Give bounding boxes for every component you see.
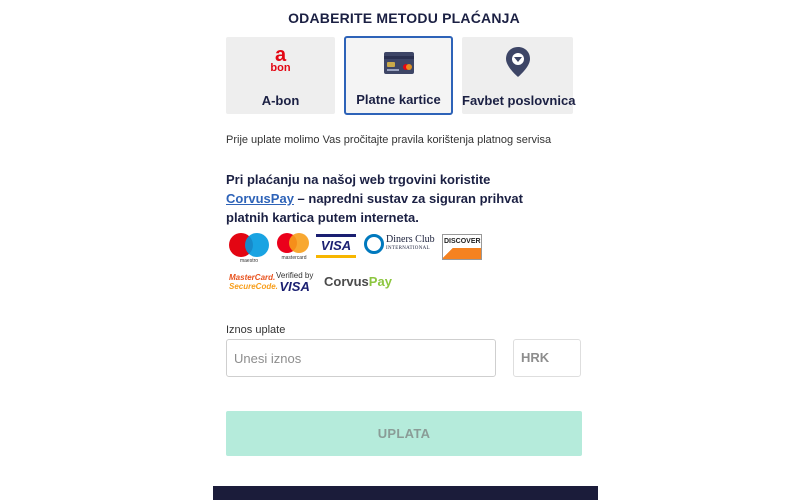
a-bon-logo-icon: a bon [270, 44, 291, 74]
method-a-bon-label: A-bon [261, 93, 300, 108]
submit-payment-button[interactable]: UPLATA [226, 411, 582, 456]
method-a-bon[interactable]: a bon A-bon [226, 37, 335, 114]
corvuspay-logo: CorvusPay [324, 274, 392, 289]
location-pin-icon [505, 47, 530, 77]
method-favbet-poslovnica[interactable]: Favbet poslovnica [462, 37, 576, 114]
corvuspay-intro: Pri plaćanju na našoj web trgovini koris… [226, 172, 523, 225]
visa-logo: VISA [316, 234, 356, 258]
payment-terms-notice: Prije uplate molimo Vas pročitajte pravi… [226, 134, 552, 146]
page-title: ODABERITE METODU PLAĆANJA [288, 10, 520, 26]
currency-field: HRK [513, 339, 581, 377]
bank-card-icon [383, 52, 414, 74]
payment-methods: a bon A-bon Platne kartice Favbet poslov… [226, 36, 582, 115]
amount-input[interactable] [226, 339, 496, 377]
maestro-logo: maestro [229, 233, 269, 264]
diners-club-logo: Diners Club INTERNATIONAL [364, 234, 435, 254]
method-favbet-poslovnica-label: Favbet poslovnica [462, 93, 576, 108]
discover-logo: DISCOVER [442, 234, 482, 260]
corvuspay-link[interactable]: CorvusPay [226, 191, 294, 206]
footer-bar [213, 486, 598, 500]
amount-label: Iznos uplate [226, 324, 286, 336]
mastercard-logo: mastercard [277, 233, 311, 261]
mastercard-securecode-logo: MasterCard. SecureCode. [229, 273, 278, 291]
verified-by-visa-logo: Verified by VISA [276, 271, 314, 294]
method-platne-kartice[interactable]: Platne kartice [344, 36, 453, 115]
method-platne-kartice-label: Platne kartice [356, 92, 441, 107]
